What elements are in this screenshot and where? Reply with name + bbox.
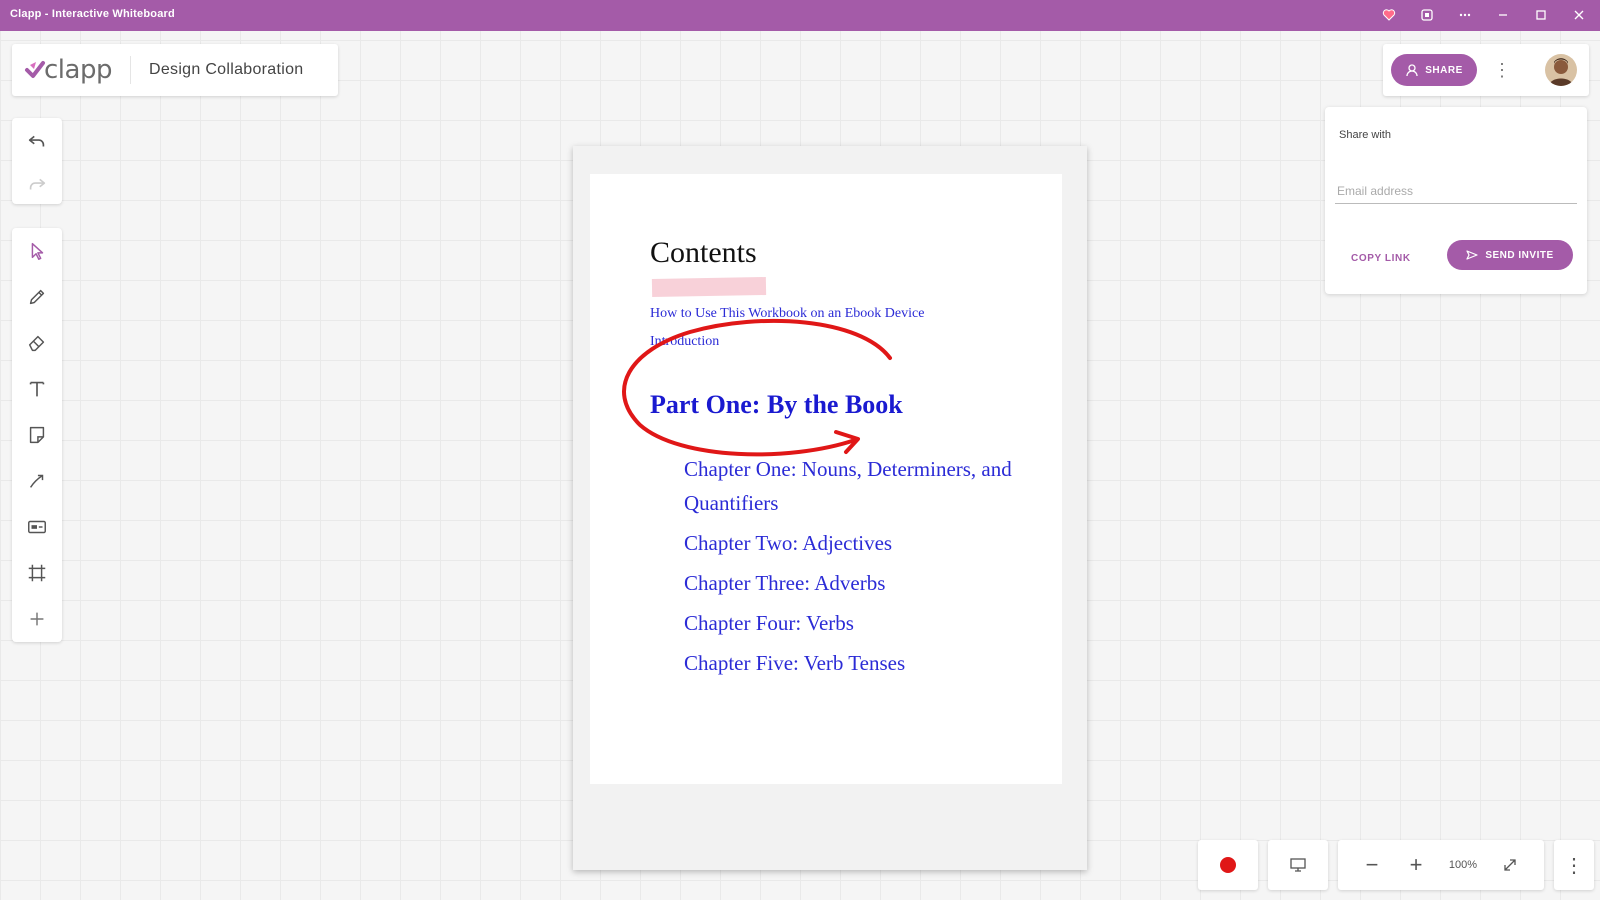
toc-link[interactable]: Introduction bbox=[650, 334, 719, 350]
undo-icon[interactable] bbox=[12, 118, 62, 164]
window-titlebar: Clapp - Interactive Whiteboard bbox=[0, 0, 1600, 31]
extension-icon[interactable] bbox=[1416, 6, 1438, 24]
toc-chapter[interactable]: Chapter Three: Adverbs bbox=[684, 566, 1024, 600]
tools-toolbar bbox=[12, 228, 62, 642]
redo-icon[interactable] bbox=[12, 164, 62, 204]
history-toolbar bbox=[12, 118, 62, 204]
clapp-logo-icon bbox=[25, 61, 45, 78]
present-icon[interactable] bbox=[1276, 840, 1320, 890]
more-vertical-icon[interactable]: ⋮ bbox=[1554, 840, 1594, 890]
send-invite-button[interactable]: SEND INVITE bbox=[1447, 240, 1573, 270]
board-name[interactable]: Design Collaboration bbox=[149, 61, 304, 79]
share-with-label: Share with bbox=[1339, 129, 1391, 141]
present-card bbox=[1268, 840, 1328, 890]
sticky-note-icon[interactable] bbox=[12, 412, 62, 458]
toc-chapter[interactable]: Chapter Five: Verb Tenses bbox=[684, 646, 1024, 680]
zoom-controls: − + 100% bbox=[1338, 840, 1544, 890]
toc-chapter[interactable]: Chapter One: Nouns, Determiners, and Qua… bbox=[684, 452, 1024, 520]
zoom-out-icon[interactable]: − bbox=[1350, 840, 1394, 890]
send-icon bbox=[1466, 250, 1478, 260]
text-icon[interactable] bbox=[12, 366, 62, 412]
highlight-stroke[interactable] bbox=[651, 277, 767, 297]
toc-chapter[interactable]: Chapter Four: Verbs bbox=[684, 606, 1024, 640]
document-page[interactable]: Contents How to Use This Workbook on an … bbox=[590, 174, 1062, 784]
divider bbox=[129, 56, 131, 84]
more-vertical-icon[interactable]: ⋮ bbox=[1493, 56, 1511, 84]
minimize-icon[interactable] bbox=[1492, 6, 1514, 24]
add-icon[interactable] bbox=[12, 596, 62, 642]
window-title: Clapp - Interactive Whiteboard bbox=[10, 8, 175, 20]
copy-link-button[interactable]: COPY LINK bbox=[1351, 253, 1411, 264]
frame-icon[interactable] bbox=[12, 550, 62, 596]
maximize-icon[interactable] bbox=[1530, 6, 1552, 24]
record-icon[interactable] bbox=[1220, 857, 1236, 873]
share-toolbar: SHARE ⋮ bbox=[1383, 44, 1589, 96]
document-title: Contents bbox=[650, 236, 757, 269]
fit-screen-icon[interactable] bbox=[1488, 840, 1532, 890]
window-controls bbox=[1378, 6, 1590, 24]
user-icon bbox=[1406, 64, 1418, 77]
share-panel: Share with COPY LINK SEND INVITE bbox=[1325, 107, 1587, 294]
share-button[interactable]: SHARE bbox=[1391, 54, 1477, 86]
media-icon[interactable] bbox=[12, 504, 62, 550]
more-card: ⋮ bbox=[1554, 840, 1594, 890]
board-header-card: clapp Design Collaboration bbox=[12, 44, 338, 96]
zoom-in-icon[interactable]: + bbox=[1394, 840, 1438, 890]
connector-icon[interactable] bbox=[12, 458, 62, 504]
share-button-label: SHARE bbox=[1425, 64, 1463, 76]
email-input[interactable] bbox=[1335, 179, 1577, 204]
close-icon[interactable] bbox=[1568, 6, 1590, 24]
more-horizontal-icon[interactable] bbox=[1454, 6, 1476, 24]
toc-link[interactable]: How to Use This Workbook on an Ebook Dev… bbox=[650, 306, 924, 322]
send-invite-label: SEND INVITE bbox=[1485, 249, 1554, 261]
zoom-level[interactable]: 100% bbox=[1438, 859, 1488, 871]
toc-chapter[interactable]: Chapter Two: Adjectives bbox=[684, 526, 1024, 560]
clapp-logo[interactable]: clapp bbox=[12, 55, 112, 85]
eraser-icon[interactable] bbox=[12, 320, 62, 366]
user-avatar[interactable] bbox=[1545, 54, 1577, 86]
heart-pin-icon[interactable] bbox=[1378, 6, 1400, 24]
toc-part-heading[interactable]: Part One: By the Book bbox=[650, 390, 903, 420]
logo-text: clapp bbox=[44, 55, 112, 85]
record-card bbox=[1198, 840, 1258, 890]
pen-icon[interactable] bbox=[12, 274, 62, 320]
select-icon[interactable] bbox=[12, 228, 62, 274]
